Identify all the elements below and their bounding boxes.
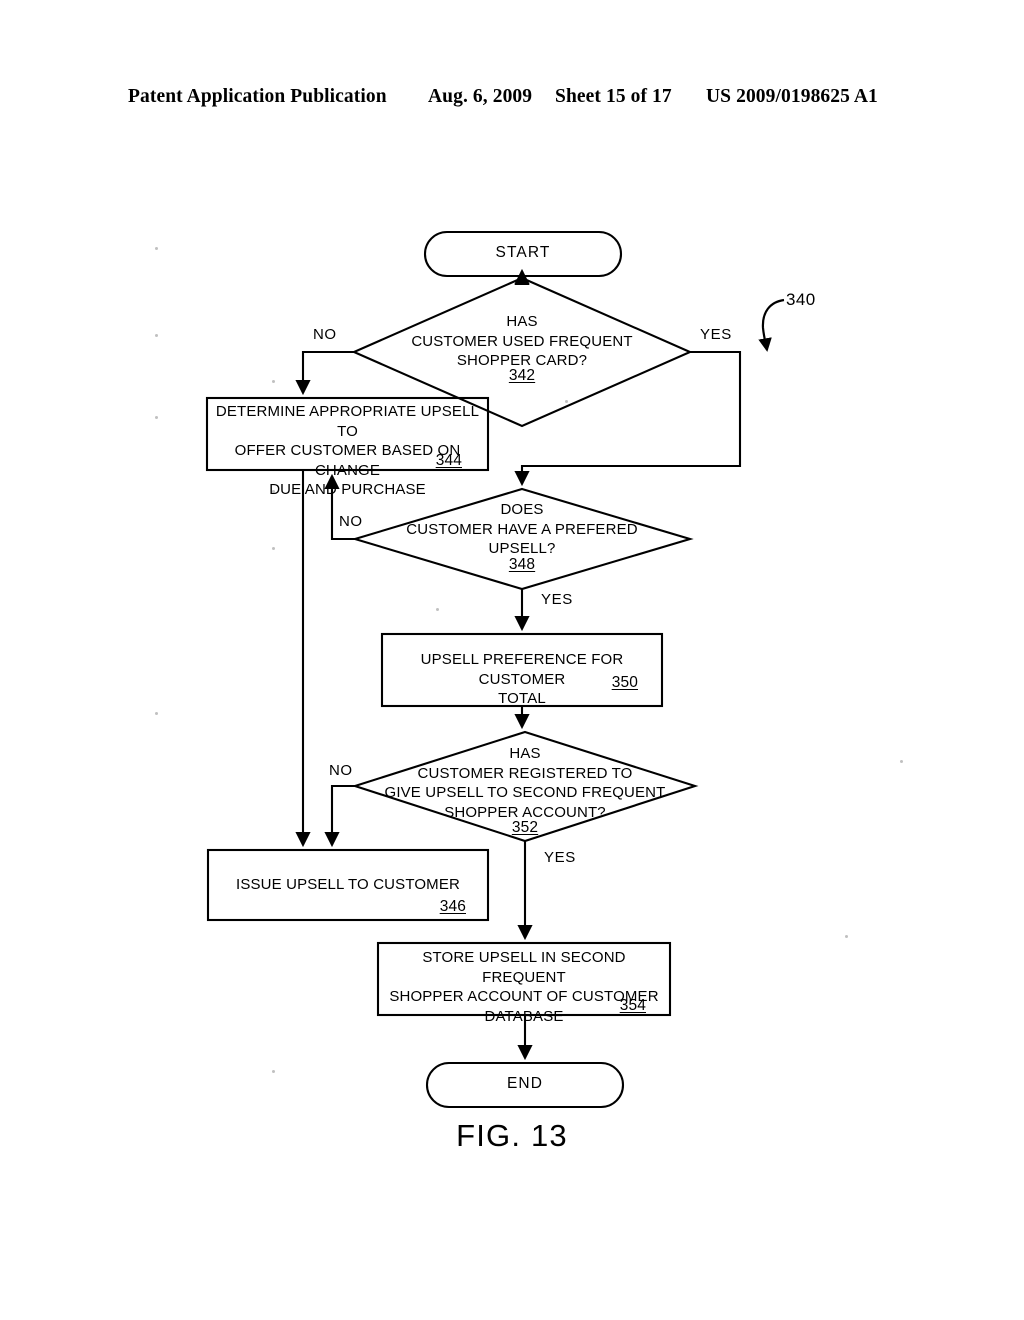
scan-speck <box>565 400 568 403</box>
scan-speck <box>272 490 275 493</box>
scan-speck <box>436 608 439 611</box>
scan-speck <box>155 247 158 250</box>
scan-speck <box>272 380 275 383</box>
connector-342-yes-to-348 <box>514 350 742 487</box>
edge-label-348-no: NO <box>339 513 363 530</box>
scan-speck <box>272 1070 275 1073</box>
start-terminator-shape <box>423 230 623 278</box>
edge-label-342-no: NO <box>313 326 337 343</box>
decision-348-shape <box>351 487 694 591</box>
connector-352-no-to-346 <box>324 784 355 848</box>
decision-352-shape <box>351 730 699 843</box>
scan-speck <box>845 935 848 938</box>
process-350-shape <box>380 632 664 708</box>
process-346-shape <box>206 848 490 922</box>
scan-speck <box>900 760 903 763</box>
scan-speck <box>155 334 158 337</box>
reference-numeral-340-leader <box>758 298 785 352</box>
scan-speck <box>272 547 275 550</box>
connector-342-no-to-344 <box>295 350 354 396</box>
edge-label-352-yes: YES <box>544 849 576 866</box>
edge-label-342-yes: YES <box>700 326 732 343</box>
process-344-shape <box>205 396 490 472</box>
edge-label-348-yes: YES <box>541 591 573 608</box>
scan-speck <box>155 416 158 419</box>
figure-caption: FIG. 13 <box>456 1118 568 1153</box>
scan-speck <box>155 712 158 715</box>
decision-342-shape <box>351 276 693 428</box>
edge-label-352-no: NO <box>329 762 353 779</box>
process-354-shape <box>376 941 672 1017</box>
end-terminator-shape <box>425 1061 625 1109</box>
reference-numeral-340: 340 <box>786 290 816 309</box>
flowchart-figure: START HAS CUSTOMER USED FREQUENT SHOPPER… <box>0 0 1024 1320</box>
